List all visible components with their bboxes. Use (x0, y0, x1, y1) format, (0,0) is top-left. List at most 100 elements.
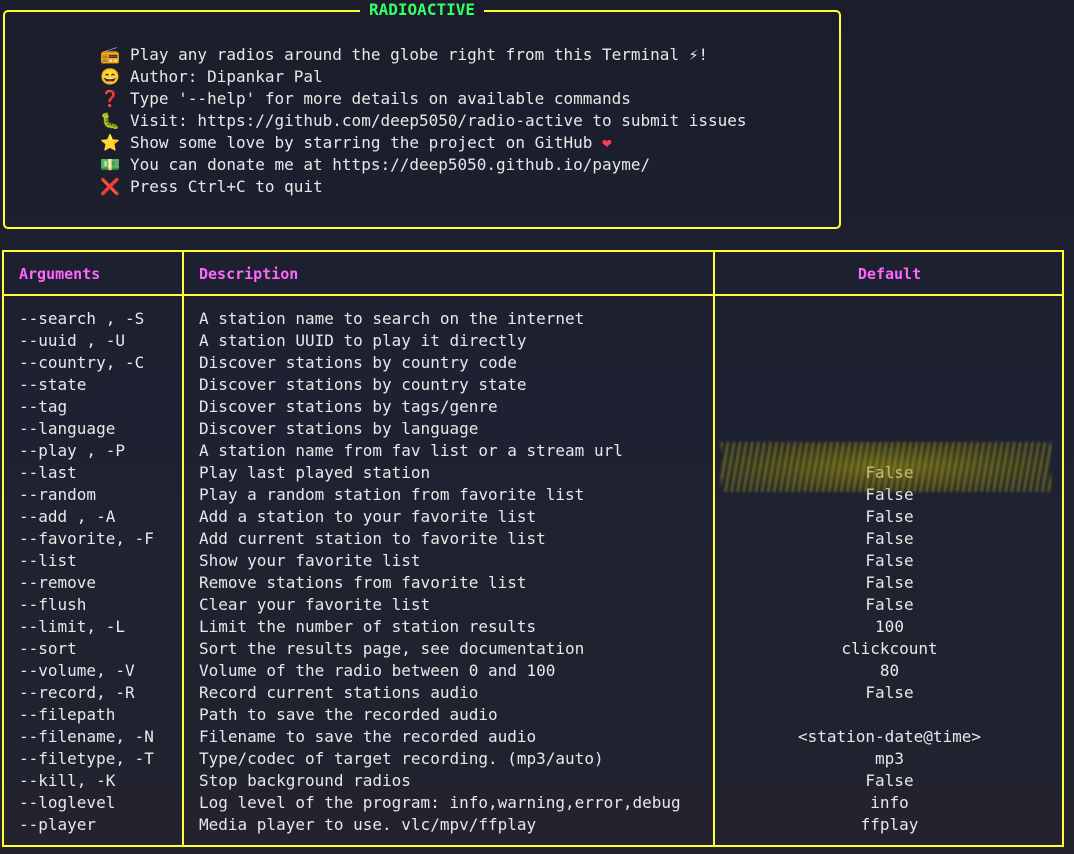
bug-icon: 🐛 (100, 111, 120, 130)
argument-cell: --sort (19, 639, 77, 658)
banner-title: RADIOACTIVE (5, 0, 839, 20)
argument-cell: --list (19, 551, 77, 570)
banner-line: ❌ Press Ctrl+C to quit (99, 176, 747, 198)
table-row: --favorite, -F Add current station to fav… (4, 528, 1062, 550)
banner-line-text: You can donate me at https://deep5050.gi… (130, 155, 651, 174)
description-cell: Limit the number of station results (199, 617, 537, 636)
table-row: --kill, -K Stop background radios False (4, 770, 1062, 792)
table-row: --tag Discover stations by tags/genre (4, 396, 1062, 418)
description-cell: Discover stations by country state (199, 375, 527, 394)
argument-cell: --filetype, -T (19, 749, 154, 768)
argument-cell: --country, -C (19, 353, 145, 372)
table-row: --list Show your favorite list False (4, 550, 1062, 572)
table-row: --language Discover stations by language (4, 418, 1062, 440)
argument-cell: --volume, -V (19, 661, 135, 680)
money-icon: 💵 (100, 155, 120, 174)
table-row: --filetype, -T Type/codec of target recor… (4, 748, 1062, 770)
argument-cell: --play , -P (19, 441, 125, 460)
argument-cell: --last (19, 463, 77, 482)
header-separator (4, 294, 1062, 296)
arguments-table: Arguments Description Default --search ,… (2, 250, 1064, 847)
description-cell: Path to save the recorded audio (199, 705, 498, 724)
default-cell: mp3 (875, 749, 904, 768)
argument-cell: --remove (19, 573, 97, 592)
table-row: --player Media player to use. vlc/mpv/ffp… (4, 814, 1062, 836)
argument-cell: --state (19, 375, 87, 394)
argument-cell: --limit, -L (19, 617, 125, 636)
argument-cell: --random (19, 485, 97, 504)
description-cell: Record current stations audio (199, 683, 479, 702)
table-row: --sort Sort the results page, see documen… (4, 638, 1062, 660)
argument-cell: --record, -R (19, 683, 135, 702)
table-row: --filename, -N Filename to save the recor… (4, 726, 1062, 748)
description-cell: Clear your favorite list (199, 595, 431, 614)
argument-cell: --tag (19, 397, 68, 416)
description-cell: Filename to save the recorded audio (199, 727, 537, 746)
default-cell: 80 (879, 661, 900, 680)
table-row: --volume, -V Volume of the radio between … (4, 660, 1062, 682)
star-icon: ⭐ (100, 133, 120, 152)
banner-line: 📻 Play any radios around the globe right … (99, 44, 747, 66)
description-cell: A station name to search on the internet (199, 309, 585, 328)
description-cell: A station name from fav list or a stream… (199, 441, 623, 460)
table-row: --add , -A Add a station to your favorite… (4, 506, 1062, 528)
table-row: --play , -P A station name from fav list … (4, 440, 1062, 462)
table-row: --loglevel Log level of the program: info… (4, 792, 1062, 814)
table-row: --search , -S A station name to search on… (4, 308, 1062, 330)
banner-line-text: Press Ctrl+C to quit (130, 177, 323, 196)
description-cell: Type/codec of target recording. (mp3/aut… (199, 749, 604, 768)
banner-line-text: Show some love by starring the project o… (130, 133, 603, 152)
table-row: --record, -R Record current stations audi… (4, 682, 1062, 704)
header-description: Description (199, 265, 299, 283)
argument-cell: --filepath (19, 705, 116, 724)
table-row: --uuid , -U A station UUID to play it dir… (4, 330, 1062, 352)
argument-cell: --flush (19, 595, 87, 614)
header-default: Default (857, 265, 922, 283)
banner-line: ⭐ Show some love by starring the project … (99, 132, 747, 154)
description-cell: Volume of the radio between 0 and 100 (199, 661, 556, 680)
table-row: --random Play a random station from favor… (4, 484, 1062, 506)
description-cell: Media player to use. vlc/mpv/ffplay (199, 815, 537, 834)
argument-cell: --add , -A (19, 507, 116, 526)
banner-line-text: Play any radios around the globe right f… (130, 45, 689, 64)
default-cell: <station-date@time> (797, 727, 982, 746)
description-cell: Play last played station (199, 463, 431, 482)
cross-icon: ❌ (100, 177, 120, 196)
banner-line: 🐛 Visit: https://github.com/deep5050/radi… (99, 110, 746, 132)
banner-line: ❓ Type '--help' for more details on avail… (99, 88, 747, 110)
default-cell: ffplay (860, 815, 919, 834)
header-arguments: Arguments (19, 265, 101, 283)
default-cell: info (870, 793, 909, 812)
table-row: --filepath Path to save the recorded audi… (4, 704, 1062, 726)
argument-cell: --filename, -N (19, 727, 154, 746)
argument-cell: --uuid , -U (19, 331, 125, 350)
argument-cell: --search , -S (19, 309, 145, 328)
description-cell: A station UUID to play it directly (199, 331, 527, 350)
default-cell: False (865, 595, 914, 614)
description-cell: Play a random station from favorite list (199, 485, 585, 504)
default-cell: 100 (875, 617, 904, 636)
default-cell: clickcount (841, 639, 938, 658)
default-cell: False (865, 573, 914, 592)
table-row: --remove Remove stations from favorite li… (4, 572, 1062, 594)
description-cell: Discover stations by language (199, 419, 479, 438)
default-cell: False (865, 529, 914, 548)
description-cell: Add current station to favorite list (199, 529, 546, 548)
description-cell: Show your favorite list (199, 551, 421, 570)
default-cell: False (865, 463, 914, 482)
description-cell: Log level of the program: info,warning,e… (199, 793, 681, 812)
default-cell: False (865, 683, 914, 702)
description-cell: Add a station to your favorite list (199, 507, 537, 526)
description-cell: Remove stations from favorite list (199, 573, 527, 592)
lightning-icon: ⚡! (688, 45, 708, 64)
default-cell: False (865, 507, 914, 526)
banner-line: 💵 You can donate me at https://deep5050.g… (99, 154, 747, 176)
table-row: --last Play last played station False (4, 462, 1062, 484)
argument-cell: --player (19, 815, 97, 834)
banner-line: 😄 Author: Dipankar Pal (99, 66, 747, 88)
table-row: --limit, -L Limit the number of station r… (4, 616, 1062, 638)
default-cell: False (865, 551, 914, 570)
default-cell: False (865, 485, 914, 504)
question-icon: ❓ (100, 89, 120, 108)
argument-cell: --loglevel (19, 793, 116, 812)
